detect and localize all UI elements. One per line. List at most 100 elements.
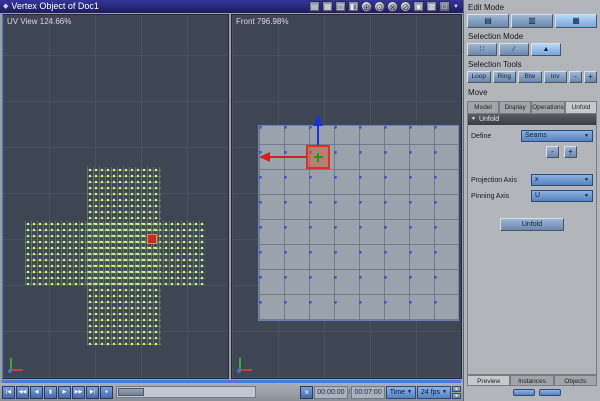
tab-instances[interactable]: Instances [510,375,554,386]
window-menu-icon[interactable]: ◆ [3,0,8,13]
define-row: Define Seams ▼ [471,130,593,142]
uv-mesh-vertical-bar[interactable] [87,167,161,345]
step-back-button[interactable]: ◀ [30,385,43,399]
go-to-start-button[interactable]: |◀ [2,385,15,399]
pinning-axis-dropdown[interactable]: U ▼ [531,190,593,202]
front-viewport[interactable]: Front 796.98% [231,14,462,379]
ring-button[interactable]: Ring [492,71,516,83]
viewport-layout-icon[interactable]: ◧ [348,1,360,12]
front-axis-gizmo [236,355,256,375]
viewport-layout-icon[interactable]: ▥ [335,1,347,12]
tab-preview[interactable]: Preview [467,375,511,386]
view-zoom-icon[interactable]: ⊗ [387,1,399,12]
front-selected-face[interactable] [306,145,330,169]
grow-selection-button[interactable]: + [584,71,597,83]
uv-axis-gizmo [7,355,27,375]
projection-axis-row: Projection Axis x ▼ [471,174,593,186]
tab-display[interactable]: Display [499,101,532,113]
invert-button[interactable]: Inv [543,71,567,83]
view-pan-icon[interactable]: ⊙ [374,1,386,12]
wireframe-mode-icon[interactable]: ▩ [426,1,438,12]
unfold-section: ▼ Unfold Define Seams ▼ - + Projection A… [467,113,597,375]
chevron-down-icon: ▼ [584,133,589,139]
preview-option-dropdown[interactable] [539,389,561,396]
chevron-down-icon: ▼ [442,388,447,395]
end-time-field[interactable]: 00:07:00 [351,385,385,399]
unfold-section-body: Define Seams ▼ - + Projection Axis x ▼ P… [468,125,596,236]
seam-edit-row: - + [471,146,593,158]
timeline-bar: |◀ ◀◀ ◀ ▮ ▶ ▶▶ ▶| ● × 00:00:00 / 00:07:0… [0,383,463,401]
chevron-down-icon: ▼ [584,193,589,199]
tab-unfold[interactable]: Unfold [564,101,597,113]
play-button[interactable]: ▶ [58,385,71,399]
selection-mode-polygon-button[interactable]: ▲ [531,43,561,56]
chevron-down-icon: ▼ [584,177,589,183]
window-titlebar[interactable]: ◆ Vertex Object of Doc1 ▤ ▦ ▥ ◧ ⊕ ⊙ ⊗ ⊘ … [0,0,463,13]
viewport-layout-icon[interactable]: ▦ [322,1,334,12]
go-to-end-button[interactable]: ▶| [86,385,99,399]
front-mesh-plane[interactable] [258,125,459,321]
chevron-down-icon: ▼ [407,388,412,395]
selection-mode-vertex-button[interactable]: ∷ [467,43,497,56]
unfold-action-row: Unfold [471,218,593,231]
remove-seam-button[interactable]: - [546,146,559,158]
selection-mode-edge-button[interactable]: ∕ [499,43,529,56]
selection-tools-buttons: Loop Ring Btw Inv - + [467,71,597,83]
fps-dropdown[interactable]: 24 fps ▼ [416,385,451,399]
selection-mode-buttons: ∷ ∕ ▲ [467,43,597,56]
stop-button[interactable]: ▮ [44,385,57,399]
edit-mode-polygons-button[interactable]: ▦ [555,14,597,28]
shrink-selection-button[interactable]: - [569,71,582,83]
previous-keyframe-button[interactable]: ◀◀ [16,385,29,399]
timeline-options-button[interactable]: × [300,385,314,399]
uv-viewport[interactable]: UV View 124.66% [2,14,229,379]
unfold-section-header[interactable]: ▼ Unfold [468,114,596,125]
between-button[interactable]: Btw [518,71,542,83]
timeline-scrub-handle[interactable] [118,388,144,396]
spinner-down-button[interactable]: ▼ [452,392,461,399]
active-tool-label: Move [468,88,488,97]
edit-mode-buttons: ▤ ▥ ▦ [467,14,597,28]
maximize-viewport-icon[interactable]: □ [439,1,451,12]
frame-spinner: ▲ ▼ [452,385,461,399]
projection-axis-dropdown[interactable]: x ▼ [531,174,593,186]
spinner-up-button[interactable]: ▲ [452,385,461,392]
timeline-scrubber[interactable] [116,386,256,398]
chevron-down-icon[interactable]: ▼ [452,4,460,10]
edit-mode-edges-button[interactable]: ▥ [511,14,553,28]
tab-objects[interactable]: Objects [553,375,597,386]
view-reset-icon[interactable]: ⊘ [400,1,412,12]
shading-mode-icon[interactable]: ▣ [413,1,425,12]
projection-axis-label: Projection Axis [471,176,517,184]
uv-selected-face[interactable] [147,234,157,244]
axis-origin-icon [237,369,241,373]
time-separator: / [348,388,351,396]
view-rotate-icon[interactable]: ⊕ [361,1,373,12]
edit-mode-vertices-button[interactable]: ▤ [467,14,509,28]
selection-tools-label: Selection Tools [468,60,522,69]
preview-option-dropdown[interactable] [513,389,535,396]
viewport-layout-icon[interactable]: ▤ [309,1,321,12]
time-mode-dropdown[interactable]: Time ▼ [385,385,416,399]
panel-tabs: Model Display Operations Unfold [467,101,597,113]
pinning-axis-label: Pinning Axis [471,192,510,200]
next-keyframe-button[interactable]: ▶▶ [72,385,85,399]
current-time-field[interactable]: 00:00:00 [314,385,348,399]
edit-mode-label: Edit Mode [468,3,505,12]
projection-axis-value: x [535,176,539,183]
pinning-axis-value: U [535,192,541,199]
unfold-button[interactable]: Unfold [500,218,564,231]
axis-origin-icon [8,369,12,373]
move-tool-x-axis-handle[interactable] [269,156,307,158]
loop-button[interactable]: Loop [467,71,491,83]
unfold-header-label: Unfold [478,116,500,123]
front-viewport-label: Front 796.98% [236,17,289,26]
record-button[interactable]: ● [100,385,113,399]
define-label: Define [471,132,492,140]
tab-operations[interactable]: Operations [531,101,565,113]
move-tool-y-axis-handle[interactable] [317,125,319,146]
tab-model[interactable]: Model [467,101,500,113]
add-seam-button[interactable]: + [564,146,577,158]
define-dropdown[interactable]: Seams ▼ [521,130,593,142]
